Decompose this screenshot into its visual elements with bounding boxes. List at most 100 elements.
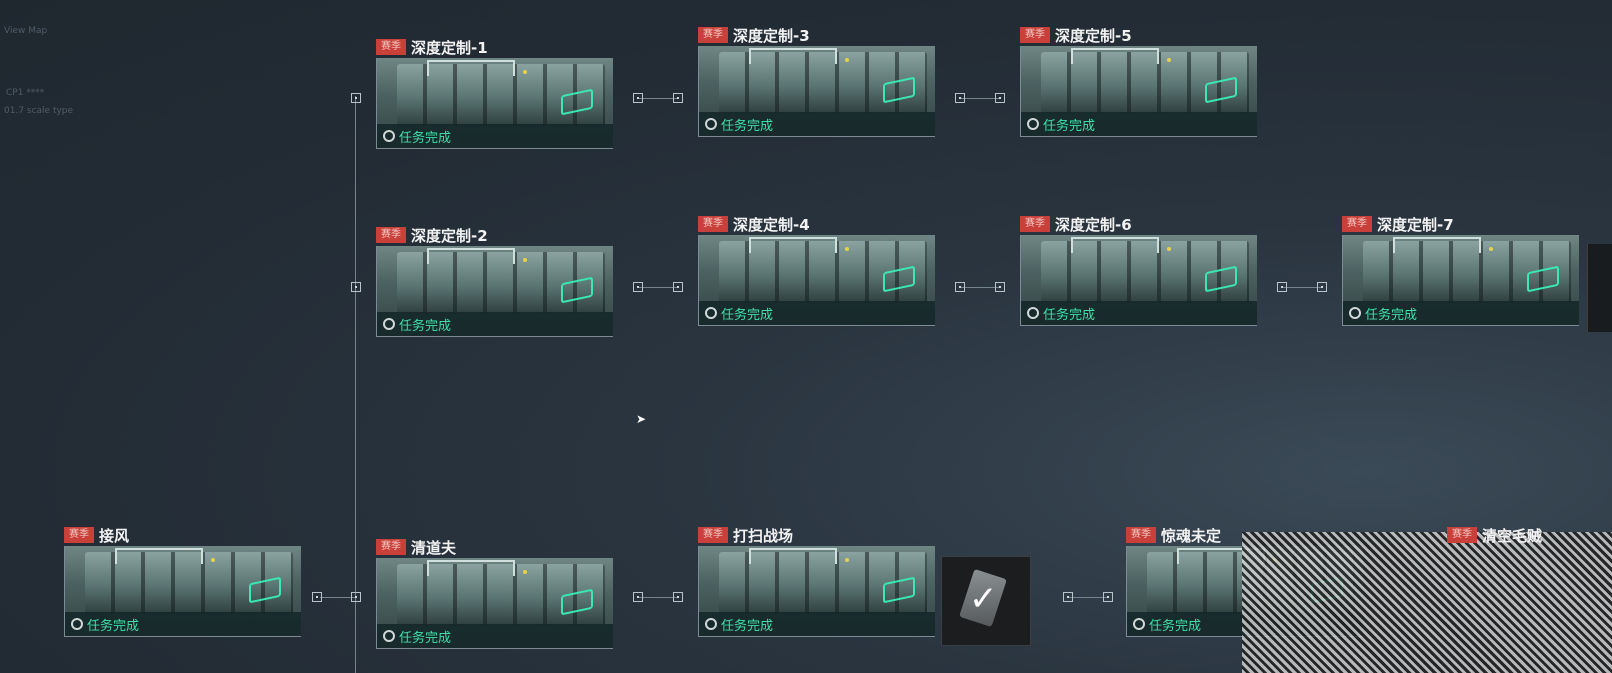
mouse-cursor-icon: ➤ [636, 412, 647, 426]
mission-card-dasao[interactable]: 赛季 打扫战场 任务完成 [698, 524, 935, 637]
link-line [1282, 287, 1322, 288]
season-tag: 赛季 [376, 539, 406, 555]
reward-slot[interactable]: ✓ [941, 556, 1031, 646]
mission-title: 打扫战场 [733, 526, 794, 545]
link-node [1063, 592, 1073, 602]
mission-status: 任务完成 [1149, 618, 1202, 634]
mission-status: 任务完成 [1043, 307, 1096, 323]
mission-card-s1[interactable]: 赛季 深度定制-1 任务完成 [376, 36, 613, 149]
season-tag: 赛季 [1342, 216, 1372, 232]
mission-card-jiefeng[interactable]: 赛季 接风 任务完成 [64, 524, 301, 637]
mission-title: 深度定制-5 [1055, 26, 1132, 45]
link-line [638, 287, 678, 288]
mission-card-s2[interactable]: 赛季 深度定制-2 任务完成 [376, 224, 613, 337]
medal-icon [1133, 618, 1145, 630]
mission-status: 任务完成 [1365, 307, 1418, 323]
mission-title: 清道夫 [411, 538, 457, 557]
mission-status: 任务完成 [87, 618, 140, 634]
mission-status: 任务完成 [399, 630, 452, 646]
mission-status: 任务完成 [721, 307, 774, 323]
season-tag: 赛季 [698, 27, 728, 43]
medal-icon [1349, 307, 1361, 319]
mission-card-s4[interactable]: 赛季 深度定制-4 任务完成 [698, 213, 935, 326]
mission-card-qingkong[interactable]: 赛季 清空毛贼 [1447, 524, 1607, 546]
medal-icon [1027, 307, 1039, 319]
mission-image: 任务完成 [698, 46, 935, 137]
map-coord: CP1 **** [6, 88, 45, 98]
mission-image: 任务完成 [1342, 235, 1579, 326]
season-tag: 赛季 [1020, 27, 1050, 43]
link-node [955, 282, 965, 292]
link-node [995, 93, 1005, 103]
mission-image: 任务完成 [698, 546, 935, 637]
link-node [633, 592, 643, 602]
season-tag: 赛季 [698, 527, 728, 543]
mission-status: 任务完成 [399, 130, 452, 146]
medal-icon [383, 130, 395, 142]
mission-title: 深度定制-3 [733, 26, 810, 45]
medal-icon [1027, 118, 1039, 130]
mission-card-s3[interactable]: 赛季 深度定制-3 任务完成 [698, 24, 935, 137]
map-label: View Map [4, 26, 48, 36]
medal-icon [705, 618, 717, 630]
trunk-line [355, 96, 356, 673]
mission-title: 接风 [99, 526, 130, 545]
mission-status: 任务完成 [399, 318, 452, 334]
mission-status: 任务完成 [721, 118, 774, 134]
mission-title: 清空毛贼 [1482, 526, 1543, 545]
link-line [320, 597, 355, 598]
obscured-region [1242, 532, 1612, 673]
mission-title: 深度定制-2 [411, 226, 488, 245]
season-tag: 赛季 [1447, 527, 1477, 543]
mission-card-qingdaofu[interactable]: 赛季 清道夫 任务完成 [376, 536, 613, 649]
reward-slot-partial[interactable] [1587, 244, 1612, 332]
medal-icon [383, 630, 395, 642]
link-line [638, 597, 678, 598]
link-node [351, 592, 361, 602]
link-line [1068, 597, 1108, 598]
mission-status: 任务完成 [1043, 118, 1096, 134]
mission-image: 任务完成 [1020, 235, 1257, 326]
mission-title: 深度定制-7 [1377, 215, 1454, 234]
season-tag: 赛季 [64, 527, 94, 543]
mission-title: 深度定制-6 [1055, 215, 1132, 234]
mission-image: 任务完成 [1020, 46, 1257, 137]
link-line [638, 98, 678, 99]
mission-title: 深度定制-4 [733, 215, 810, 234]
link-node [1317, 282, 1327, 292]
link-node [673, 93, 683, 103]
mission-card-s5[interactable]: 赛季 深度定制-5 任务完成 [1020, 24, 1257, 137]
medal-icon [705, 118, 717, 130]
link-node [1103, 592, 1113, 602]
mission-image: 任务完成 [376, 58, 613, 149]
link-node [312, 592, 322, 602]
check-icon: ✓ [969, 579, 998, 619]
mission-image: 任务完成 [376, 558, 613, 649]
mission-card-s6[interactable]: 赛季 深度定制-6 任务完成 [1020, 213, 1257, 326]
season-tag: 赛季 [1020, 216, 1050, 232]
link-node [673, 592, 683, 602]
link-node [351, 282, 361, 292]
link-node [955, 93, 965, 103]
season-tag: 赛季 [376, 227, 406, 243]
map-scale: 01.7 scale type [4, 106, 74, 116]
link-node [995, 282, 1005, 292]
medal-icon [71, 618, 83, 630]
link-node [633, 93, 643, 103]
mission-card-s7[interactable]: 赛季 深度定制-7 任务完成 [1342, 213, 1579, 326]
mission-image: 任务完成 [376, 246, 613, 337]
season-tag: 赛季 [698, 216, 728, 232]
mission-title: 深度定制-1 [411, 38, 488, 57]
link-line [960, 287, 1000, 288]
mission-image: 任务完成 [698, 235, 935, 326]
mission-image: 任务完成 [64, 546, 301, 637]
link-node [673, 282, 683, 292]
mission-title: 惊魂未定 [1161, 526, 1222, 545]
medal-icon [383, 318, 395, 330]
link-node [351, 93, 361, 103]
link-line [960, 98, 1000, 99]
link-node [633, 282, 643, 292]
season-tag: 赛季 [1126, 527, 1156, 543]
season-tag: 赛季 [376, 39, 406, 55]
link-node [1277, 282, 1287, 292]
